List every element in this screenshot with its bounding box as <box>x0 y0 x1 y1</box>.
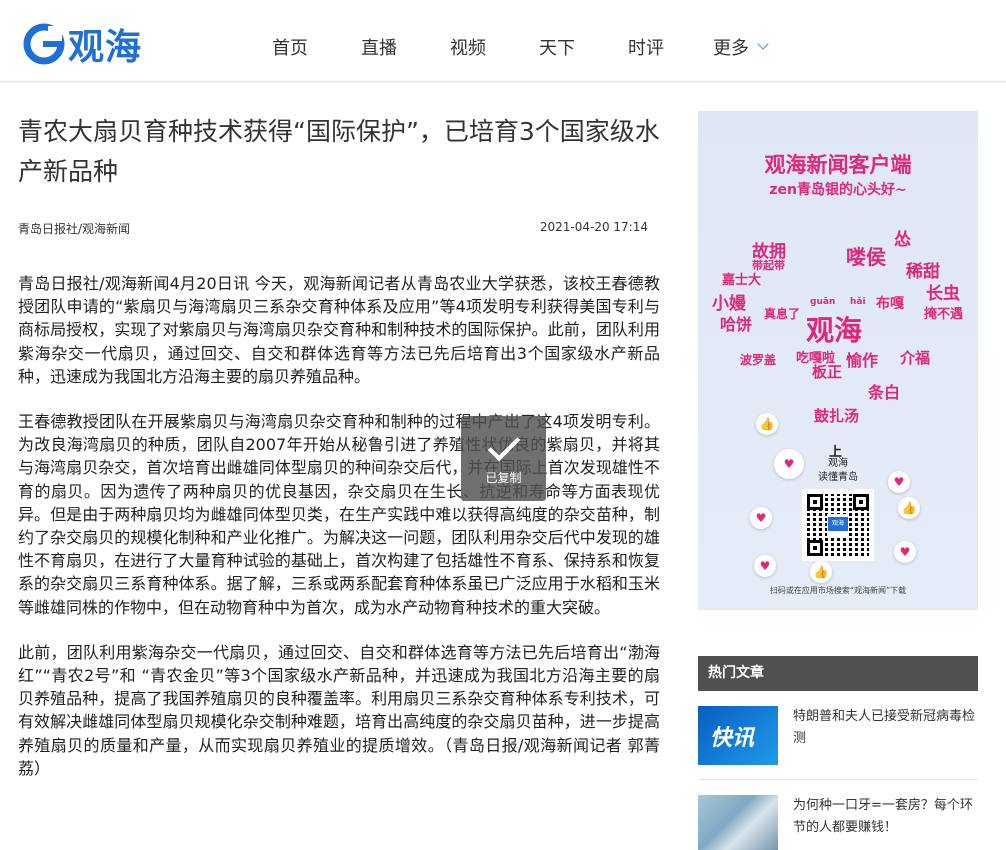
nav-world[interactable]: 天下 <box>539 34 575 60</box>
article-paragraph: 此前，团队利用紫海杂交一代扇贝，通过回交、自交和群体选育等方法已先后培育出“渤海… <box>18 642 660 778</box>
cloud-word: 愉作 <box>846 351 879 370</box>
toast-label: 已复制 <box>485 471 522 485</box>
cloud-word: 布嘎 <box>876 296 904 312</box>
nav-more-label: 更多 <box>713 38 749 59</box>
cloud-word: 长虫 <box>926 284 960 304</box>
ad-caption-line: 读懂青岛 <box>818 472 858 483</box>
article: 青农大扇贝育种技术获得“国际保护”，已培育3个国家级水产新品种 青岛日报社/观海… <box>18 112 660 778</box>
nav-commentary[interactable]: 时评 <box>628 34 664 60</box>
hot-article-thumb[interactable]: 快讯 <box>698 706 778 765</box>
logo-g-icon <box>23 23 65 65</box>
cloud-word: 观海 <box>806 314 863 347</box>
heart-icon: ♥ <box>750 507 772 529</box>
cloud-word: guān <box>810 297 836 307</box>
ad-caption-line: 观海 <box>828 458 848 469</box>
check-icon <box>487 428 520 462</box>
cloud-word: 鼓扎汤 <box>814 407 860 425</box>
site-logo[interactable]: 观海 <box>22 20 142 68</box>
article-paragraph: 王春德教授团队在开展紫扇贝与海湾扇贝杂交育种和制种的过程中产出了这4项发明专利。… <box>18 412 660 617</box>
cloud-word: 真息了 <box>764 307 801 321</box>
article-time: 2021-04-20 17:14 <box>539 220 648 234</box>
qr-logo: 观海 <box>828 517 848 531</box>
qr-pattern: 观海 <box>807 494 869 556</box>
article-source: 青岛日报社/观海新闻 <box>18 222 131 236</box>
logo-text: 观海 <box>68 27 143 68</box>
qr-code: 观海 <box>802 489 874 561</box>
hot-article-title[interactable]: 特朗普和夫人已接受新冠病毒检测 <box>793 706 978 750</box>
hot-article-item[interactable]: 为何种一口牙=一套房？每个环节的人都要赚钱！ <box>698 795 978 850</box>
hot-articles-heading: 热门文章 <box>698 656 978 691</box>
cloud-word: 掩不遇 <box>924 307 964 322</box>
app-download-ad[interactable]: 观海新闻客户端 zen青岛银的心头好~ 观海 guān hǎi 喽侯 稀甜 长虫… <box>698 111 978 610</box>
cloud-word: 介福 <box>900 349 931 367</box>
cloud-word: 喽侯 <box>846 245 886 269</box>
cloud-word: 吃嘎啦 <box>796 351 836 366</box>
like-icon: 👍 <box>898 497 920 519</box>
hot-article-thumb[interactable] <box>698 795 778 850</box>
cloud-word: 带起带 <box>752 259 785 272</box>
ad-download-hint: 扫码或在应用市场搜索“观海新闻”下载 <box>769 586 907 595</box>
nav-more[interactable]: 更多 <box>713 34 769 60</box>
nav-live[interactable]: 直播 <box>361 34 397 60</box>
hot-article-title[interactable]: 为何种一口牙=一套房？每个环节的人都要赚钱！ <box>793 795 978 839</box>
chevron-down-icon <box>757 38 769 50</box>
article-title: 青农大扇贝育种技术获得“国际保护”，已培育3个国家级水产新品种 <box>18 117 660 186</box>
article-body: 青岛日报社/观海新闻4月20日讯 今天，观海新闻记者从青岛农业大学获悉，该校王春… <box>18 272 660 802</box>
heart-icon: ♥ <box>754 555 776 577</box>
nav-video[interactable]: 视频 <box>450 34 486 60</box>
cloud-word: 波罗盖 <box>740 353 777 367</box>
ad-caption: 观海 读懂青岛 <box>698 457 978 485</box>
article-paragraph: 青岛日报社/观海新闻4月20日讯 今天，观海新闻记者从青岛农业大学获悉，该校王春… <box>18 274 660 386</box>
ad-subtitle: zen青岛银的心头好~ <box>769 182 907 198</box>
hot-article-item[interactable]: 快讯 特朗普和夫人已接受新冠病毒检测 <box>698 706 978 766</box>
divider <box>698 779 978 780</box>
site-header: 观海 首页 直播 视频 天下 时评 更多 <box>0 0 1006 82</box>
cloud-word: 哈饼 <box>720 315 753 334</box>
nav-home[interactable]: 首页 <box>272 34 308 60</box>
ad-title: 观海新闻客户端 <box>764 153 912 177</box>
cloud-word: 怂 <box>894 230 911 250</box>
cloud-word: hǎi <box>850 297 866 307</box>
cloud-word: 条白 <box>868 383 901 402</box>
copied-toast: 已复制 <box>461 416 546 501</box>
like-icon: 👍 <box>756 413 778 435</box>
word-cloud: 观海 guān hǎi 喽侯 稀甜 长虫 故拥 小嫚 哈饼 板正 愉作 介福 鼓… <box>698 221 978 441</box>
heart-icon: ♥ <box>894 541 916 563</box>
like-icon: 👍 <box>810 561 832 583</box>
